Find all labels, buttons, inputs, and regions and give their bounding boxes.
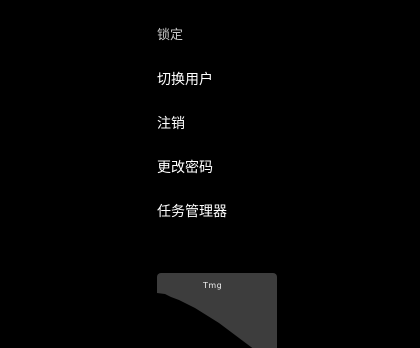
- lock-option[interactable]: 锁定: [157, 22, 227, 66]
- preview-tile[interactable]: Tmg: [157, 273, 277, 348]
- sign-out-option[interactable]: 注销: [157, 110, 227, 154]
- tile-label: Tmg: [203, 281, 223, 290]
- switch-user-option[interactable]: 切换用户: [157, 66, 227, 110]
- security-options-screen: 锁定 切换用户 注销 更改密码 任务管理器 Tmg: [0, 0, 420, 348]
- security-options-menu: 锁定 切换用户 注销 更改密码 任务管理器: [157, 22, 227, 242]
- task-manager-option[interactable]: 任务管理器: [157, 198, 227, 242]
- change-password-option[interactable]: 更改密码: [157, 154, 227, 198]
